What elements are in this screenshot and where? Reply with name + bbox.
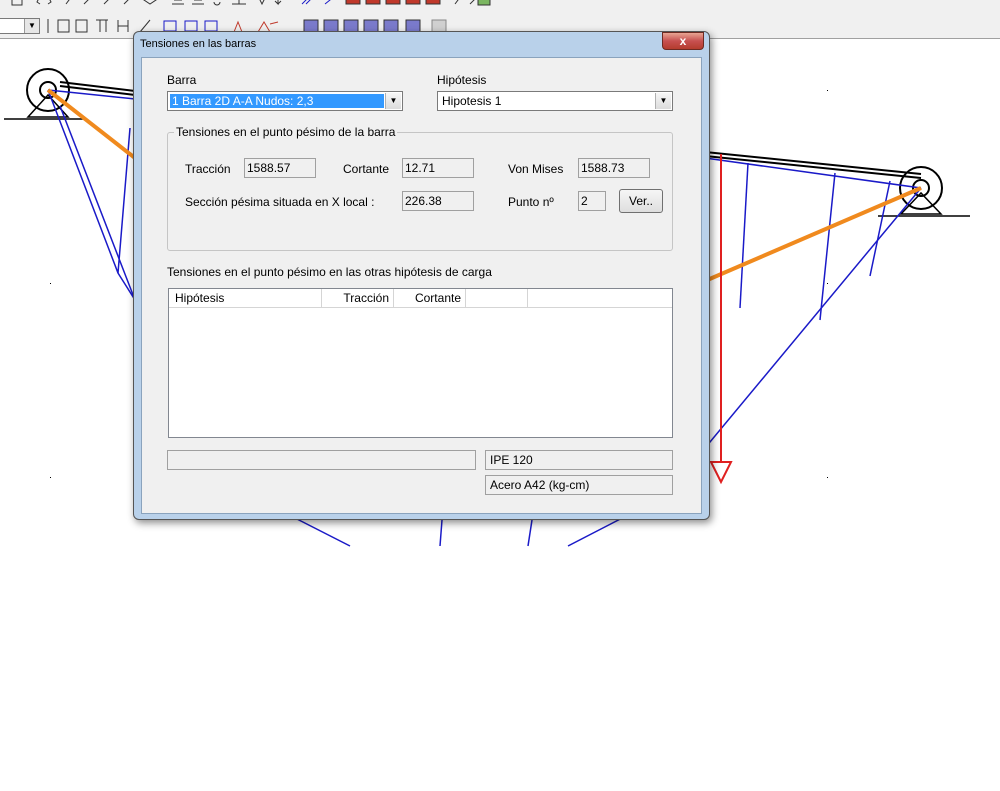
column-header-traccion[interactable]: Tracción (322, 289, 394, 307)
load-arrow-icon (709, 154, 733, 485)
cortante-label: Cortante (343, 162, 390, 176)
list-header: Hipótesis Tracción Cortante (169, 289, 672, 308)
material-field: Acero A42 (kg-cm) (485, 475, 673, 495)
hipotesis-label: Hipótesis (437, 73, 487, 87)
barra-select[interactable]: 1 Barra 2D A-A Nudos: 2,3 ▼ (167, 91, 403, 111)
cortante-field: 12.71 (402, 158, 474, 178)
chevron-down-icon[interactable]: ▼ (655, 93, 671, 109)
column-header-cortante[interactable]: Cortante (394, 289, 466, 307)
toolbar-icons-row-1[interactable] (0, 0, 500, 11)
von-mises-field: 1588.73 (578, 158, 650, 178)
von-mises-label: Von Mises (508, 162, 564, 176)
barra-label: Barra (167, 73, 197, 87)
close-button[interactable]: x (662, 32, 704, 50)
hipotesis-select-value: Hipotesis 1 (442, 94, 502, 108)
traccion-field: 1588.57 (244, 158, 316, 178)
profile-field: IPE 120 (485, 450, 673, 470)
column-header-extra-1[interactable] (466, 289, 528, 307)
punto-field: 2 (578, 191, 606, 211)
hipotesis-select[interactable]: Hipotesis 1 ▼ (437, 91, 673, 111)
other-hypotheses-list[interactable]: Hipótesis Tracción Cortante (168, 288, 673, 438)
dialog-body: Barra 1 Barra 2D A-A Nudos: 2,3 ▼ Hipóte… (141, 57, 702, 514)
dialog-title: Tensiones en las barras (140, 38, 257, 50)
toolbar-row-1 (0, 0, 500, 11)
status-left (167, 450, 476, 470)
seccion-field: 226.38 (402, 191, 474, 211)
stress-dialog: Tensiones en las barras x Barra 1 Barra … (133, 31, 710, 520)
traccion-label: Tracción (185, 162, 231, 176)
column-header-hipotesis[interactable]: Hipótesis (169, 289, 322, 307)
dialog-titlebar[interactable]: Tensiones en las barras x (134, 32, 709, 56)
worst-point-group-title: Tensiones en el punto pésimo de la barra (174, 125, 398, 139)
punto-label: Punto nº (508, 195, 554, 209)
chevron-down-icon[interactable]: ▼ (385, 93, 401, 109)
other-hypotheses-title: Tensiones en el punto pésimo en las otra… (167, 265, 492, 279)
seccion-label: Sección pésima situada en X local : (185, 195, 375, 209)
barra-select-value: 1 Barra 2D A-A Nudos: 2,3 (170, 94, 384, 108)
column-header-extra-2[interactable] (528, 289, 672, 307)
ver-button[interactable]: Ver.. (619, 189, 663, 213)
